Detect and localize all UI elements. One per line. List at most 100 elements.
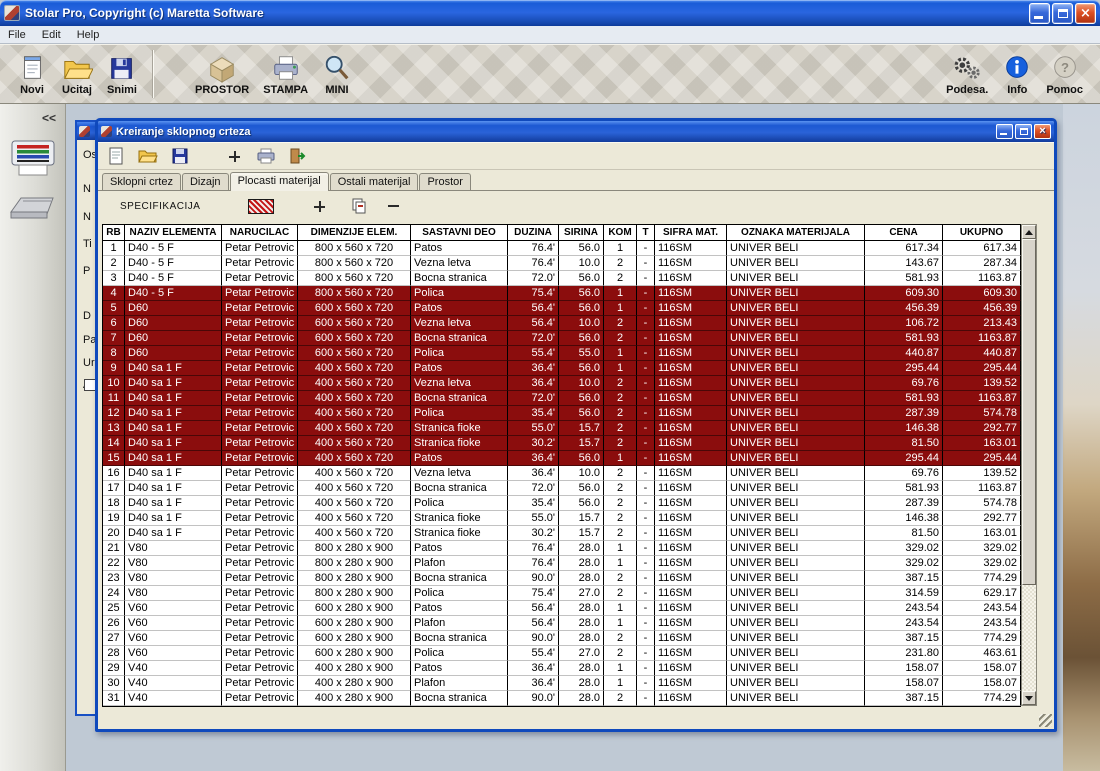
open-drawing-button[interactable]: [138, 146, 158, 166]
table-row[interactable]: 18D40 sa 1 FPetar Petrovic400 x 560 x 72…: [103, 496, 1021, 511]
exit-button[interactable]: [288, 146, 308, 166]
mini-button[interactable]: MINI: [315, 50, 359, 99]
tab-plocasti-materijal[interactable]: Plocasti materijal: [230, 172, 329, 191]
scroll-up-button[interactable]: [1022, 225, 1036, 239]
table-row[interactable]: 2D40 - 5 FPetar Petrovic800 x 560 x 720V…: [103, 256, 1021, 271]
column-header[interactable]: NAZIV ELEMENTA: [125, 225, 222, 241]
help-button[interactable]: ? Pomoc: [1039, 50, 1090, 99]
plotter-button[interactable]: [7, 136, 59, 180]
table-row[interactable]: 6D60Petar Petrovic600 x 560 x 720Vezna l…: [103, 316, 1021, 331]
table-cell: D60: [125, 331, 222, 346]
table-row[interactable]: 5D60Petar Petrovic600 x 560 x 720Patos56…: [103, 301, 1021, 316]
column-header[interactable]: SASTAVNI DEO: [411, 225, 508, 241]
column-header[interactable]: CENA: [865, 225, 943, 241]
table-row[interactable]: 10D40 sa 1 FPetar Petrovic400 x 560 x 72…: [103, 376, 1021, 391]
column-header[interactable]: T: [637, 225, 655, 241]
column-header[interactable]: SIFRA MAT.: [655, 225, 727, 241]
vertical-scrollbar[interactable]: [1021, 224, 1037, 706]
table-row[interactable]: 31V40Petar Petrovic400 x 280 x 900Bocna …: [103, 691, 1021, 706]
table-cell: 609.30: [865, 286, 943, 301]
table-row[interactable]: 17D40 sa 1 FPetar Petrovic400 x 560 x 72…: [103, 481, 1021, 496]
column-header[interactable]: UKUPNO: [943, 225, 1021, 241]
table-cell: 2: [604, 691, 637, 706]
tab-ostali-materijal[interactable]: Ostali materijal: [330, 173, 419, 190]
remove-row-button[interactable]: [382, 197, 404, 215]
table-cell: 56.0: [559, 361, 604, 376]
table-row[interactable]: 26V60Petar Petrovic600 x 280 x 900Plafon…: [103, 616, 1021, 631]
table-row[interactable]: 1D40 - 5 FPetar Petrovic800 x 560 x 720P…: [103, 241, 1021, 256]
prostor-button[interactable]: PROSTOR: [188, 50, 256, 99]
child-maximize-button[interactable]: [1015, 124, 1032, 139]
scrollbar-thumb[interactable]: [1022, 239, 1036, 585]
minimize-button[interactable]: [1029, 3, 1050, 24]
maximize-button[interactable]: [1052, 3, 1073, 24]
table-row[interactable]: 20D40 sa 1 FPetar Petrovic400 x 560 x 72…: [103, 526, 1021, 541]
table-row[interactable]: 15D40 sa 1 FPetar Petrovic400 x 560 x 72…: [103, 451, 1021, 466]
table-cell: UNIVER BELI: [727, 481, 865, 496]
table-row[interactable]: 16D40 sa 1 FPetar Petrovic400 x 560 x 72…: [103, 466, 1021, 481]
menu-file[interactable]: File: [0, 28, 34, 42]
table-cell: -: [637, 361, 655, 376]
child-titlebar[interactable]: Kreiranje sklopnog crteza: [98, 121, 1054, 142]
column-header[interactable]: DIMENZIJE ELEM.: [298, 225, 411, 241]
table-row[interactable]: 11D40 sa 1 FPetar Petrovic400 x 560 x 72…: [103, 391, 1021, 406]
tab-dizajn[interactable]: Dizajn: [182, 173, 229, 190]
main-titlebar[interactable]: Stolar Pro, Copyright (c) Maretta Softwa…: [0, 0, 1100, 26]
table-row[interactable]: 21V80Petar Petrovic800 x 280 x 900Patos7…: [103, 541, 1021, 556]
settings-button[interactable]: Podesa.: [939, 50, 995, 99]
new-button[interactable]: Novi: [10, 50, 54, 99]
table-row[interactable]: 3D40 - 5 FPetar Petrovic800 x 560 x 720B…: [103, 271, 1021, 286]
table-cell: UNIVER BELI: [727, 331, 865, 346]
column-header[interactable]: RB: [103, 225, 125, 241]
table-cell: 27: [103, 631, 125, 646]
child-close-button[interactable]: [1034, 124, 1051, 139]
scroll-down-button[interactable]: [1022, 691, 1036, 705]
table-row[interactable]: 23V80Petar Petrovic800 x 280 x 900Bocna …: [103, 571, 1021, 586]
column-header[interactable]: OZNAKA MATERIJALA: [727, 225, 865, 241]
column-header[interactable]: NARUCILAC: [222, 225, 298, 241]
table-row[interactable]: 24V80Petar Petrovic800 x 280 x 900Polica…: [103, 586, 1021, 601]
table-row[interactable]: 9D40 sa 1 FPetar Petrovic400 x 560 x 720…: [103, 361, 1021, 376]
scanner-button[interactable]: [7, 190, 59, 224]
print-button[interactable]: [256, 146, 276, 166]
column-header[interactable]: DUZINA: [508, 225, 559, 241]
close-button[interactable]: [1075, 3, 1096, 24]
resize-grip[interactable]: [1039, 714, 1052, 727]
add-row-button[interactable]: [308, 197, 330, 215]
tab-sklopni-crtez[interactable]: Sklopni crtez: [102, 173, 181, 190]
material-hatch-button[interactable]: [248, 199, 274, 214]
save-drawing-button[interactable]: [170, 146, 190, 166]
table-cell: 387.15: [865, 571, 943, 586]
table-row[interactable]: 25V60Petar Petrovic600 x 280 x 900Patos5…: [103, 601, 1021, 616]
new-drawing-button[interactable]: [106, 146, 126, 166]
table-row[interactable]: 28V60Petar Petrovic600 x 280 x 900Polica…: [103, 646, 1021, 661]
table-row[interactable]: 7D60Petar Petrovic600 x 560 x 720Bocna s…: [103, 331, 1021, 346]
table-cell: 1: [604, 556, 637, 571]
table-row[interactable]: 22V80Petar Petrovic800 x 280 x 900Plafon…: [103, 556, 1021, 571]
column-header[interactable]: SIRINA: [559, 225, 604, 241]
column-header[interactable]: KOM: [604, 225, 637, 241]
menu-help[interactable]: Help: [69, 28, 108, 42]
table-row[interactable]: 30V40Petar Petrovic400 x 280 x 900Plafon…: [103, 676, 1021, 691]
menu-edit[interactable]: Edit: [34, 28, 69, 42]
table-row[interactable]: 4D40 - 5 FPetar Petrovic800 x 560 x 720P…: [103, 286, 1021, 301]
table-cell: Petar Petrovic: [222, 466, 298, 481]
table-row[interactable]: 12D40 sa 1 FPetar Petrovic400 x 560 x 72…: [103, 406, 1021, 421]
add-item-button[interactable]: [224, 146, 244, 166]
table-row[interactable]: 29V40Petar Petrovic400 x 280 x 900Patos3…: [103, 661, 1021, 676]
open-button[interactable]: Ucitaj: [54, 50, 100, 99]
copy-rows-button[interactable]: [348, 197, 370, 215]
child-minimize-button[interactable]: [996, 124, 1013, 139]
table-row[interactable]: 13D40 sa 1 FPetar Petrovic400 x 560 x 72…: [103, 421, 1021, 436]
table-row[interactable]: 27V60Petar Petrovic600 x 280 x 900Bocna …: [103, 631, 1021, 646]
table-cell: 56.4': [508, 616, 559, 631]
sidebar-collapse-button[interactable]: <<: [39, 111, 59, 125]
table-row[interactable]: 14D40 sa 1 FPetar Petrovic400 x 560 x 72…: [103, 436, 1021, 451]
spec-table-body: 1D40 - 5 FPetar Petrovic800 x 560 x 720P…: [103, 241, 1021, 707]
save-button[interactable]: Snimi: [100, 50, 144, 99]
stampa-button[interactable]: STAMPA: [256, 50, 315, 99]
tab-prostor[interactable]: Prostor: [419, 173, 470, 190]
table-row[interactable]: 19D40 sa 1 FPetar Petrovic400 x 560 x 72…: [103, 511, 1021, 526]
table-row[interactable]: 8D60Petar Petrovic600 x 560 x 720Polica5…: [103, 346, 1021, 361]
info-button[interactable]: Info: [995, 50, 1039, 99]
